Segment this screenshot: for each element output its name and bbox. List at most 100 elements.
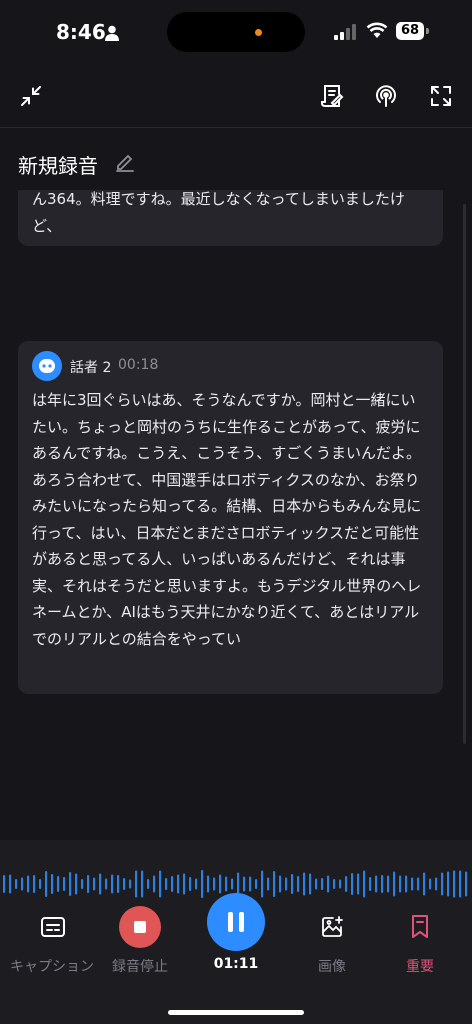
collapse-arrows-icon[interactable] [17,82,45,110]
waveform-bar [33,875,36,893]
waveform-bar [147,879,150,889]
wifi-icon [366,22,388,38]
scrollbar[interactable] [463,204,466,744]
edit-pencil-icon[interactable] [114,150,136,172]
battery-level: 68 [396,22,424,40]
waveform-bar [57,876,60,892]
document-edit-icon[interactable] [318,82,346,110]
waveform-bar [153,875,156,893]
waveform-bar [357,873,360,895]
top-toolbar [0,64,472,128]
waveform-bar [375,875,378,893]
caption-icon[interactable] [40,915,66,939]
waveform-bar [255,879,258,889]
title-row: 新規録音 [0,128,472,190]
home-indicator [168,1010,304,1015]
waveform-bar [9,874,12,894]
transcript-text: ん364。料理ですね。最近しなくなってしまいましたけど、 [32,190,405,235]
stop-recording-label[interactable]: 録音停止 [85,956,195,976]
waveform-bar [453,870,456,898]
waveform-bar [411,877,414,891]
waveform-bar [15,879,18,889]
waveform-bar [273,871,276,897]
waveform-bar [447,871,450,897]
waveform-bar [81,879,84,889]
pause-icon-bar [239,912,244,932]
waveform-bar [63,877,66,891]
waveform-bar [45,871,48,897]
waveform-bar [285,877,288,891]
waveform-bar [363,870,366,898]
waveform-bar [387,875,390,893]
waveform-bar [141,870,144,898]
battery-tip [426,28,429,34]
waveform-bar [3,875,6,893]
expand-icon[interactable] [427,82,455,110]
waveform-bar [381,875,384,893]
waveform-bar [333,879,336,889]
waveform-bar [21,877,24,891]
waveform-bar [393,871,396,897]
waveform-bar [165,878,168,890]
waveform-bar [195,878,198,890]
speaker-name[interactable]: 話者 2 [70,357,111,377]
status-bar: 8:46 68 [0,0,472,64]
waveform-bar [51,874,54,894]
waveform-bar [297,876,300,892]
waveform-bar [207,875,210,893]
page-title: 新規録音 [18,154,98,178]
transcript-text: は年に3回ぐらいはあ、そうなんですか。岡村と一緒にいたい。ちょっと岡村のうちに生… [32,391,422,648]
waveform-bar [405,875,408,893]
waveform-bar [231,878,234,890]
waveform-bar [303,872,306,896]
stop-icon [134,921,146,933]
waveform-bar [93,877,96,891]
speaker-avatar[interactable] [32,351,62,381]
waveform-bar [177,874,180,894]
dynamic-island [167,12,305,52]
elapsed-time: 01:11 [213,956,259,972]
waveform-bar [111,874,114,894]
waveform-bar [27,875,30,893]
add-image-icon[interactable] [320,915,344,939]
waveform-bar [219,874,222,894]
waveform-bar [249,876,252,892]
waveform-bar [99,873,102,895]
important-label[interactable]: 重要 [365,956,472,976]
waveform-bar [159,870,162,898]
waveform-bar [327,875,330,893]
waveform-bar [201,870,204,898]
waveform-bar [87,875,90,893]
waveform-bar [465,871,468,897]
waveform-bar [339,879,342,889]
waveform-bar [279,875,282,893]
waveform-bar [225,876,228,892]
person-icon [105,25,119,41]
waveform-bar [171,876,174,892]
podcast-icon[interactable] [372,82,400,110]
waveform-bar [309,873,312,895]
waveform-bar [441,872,444,896]
waveform-bar [183,873,186,895]
waveform-bar [189,877,192,891]
status-time: 8:46 [56,20,106,44]
segment-timestamp[interactable]: 00:18 [118,357,158,373]
waveform-bar [39,879,42,889]
transcript-card: 話者 2 00:18 は年に3回ぐらいはあ、そうなんですか。岡村と一緒にいたい。… [18,341,443,694]
waveform-bar [459,870,462,898]
bookmark-icon[interactable] [410,914,430,940]
speaker-header: 話者 2 00:18 [32,351,429,381]
stop-recording-button[interactable] [119,906,161,948]
waveform-bar [261,870,264,898]
waveform-bar [243,876,246,892]
waveform-bar [435,877,438,891]
waveform-bar [321,878,324,890]
waveform-bar [429,878,432,890]
waveform-bar [351,873,354,895]
waveform-bar [345,876,348,892]
waveform-bar [105,878,108,890]
waveform-bar [291,874,294,894]
waveform-bar [75,873,78,895]
robot-face-icon [39,359,55,373]
pause-button[interactable] [207,893,265,951]
